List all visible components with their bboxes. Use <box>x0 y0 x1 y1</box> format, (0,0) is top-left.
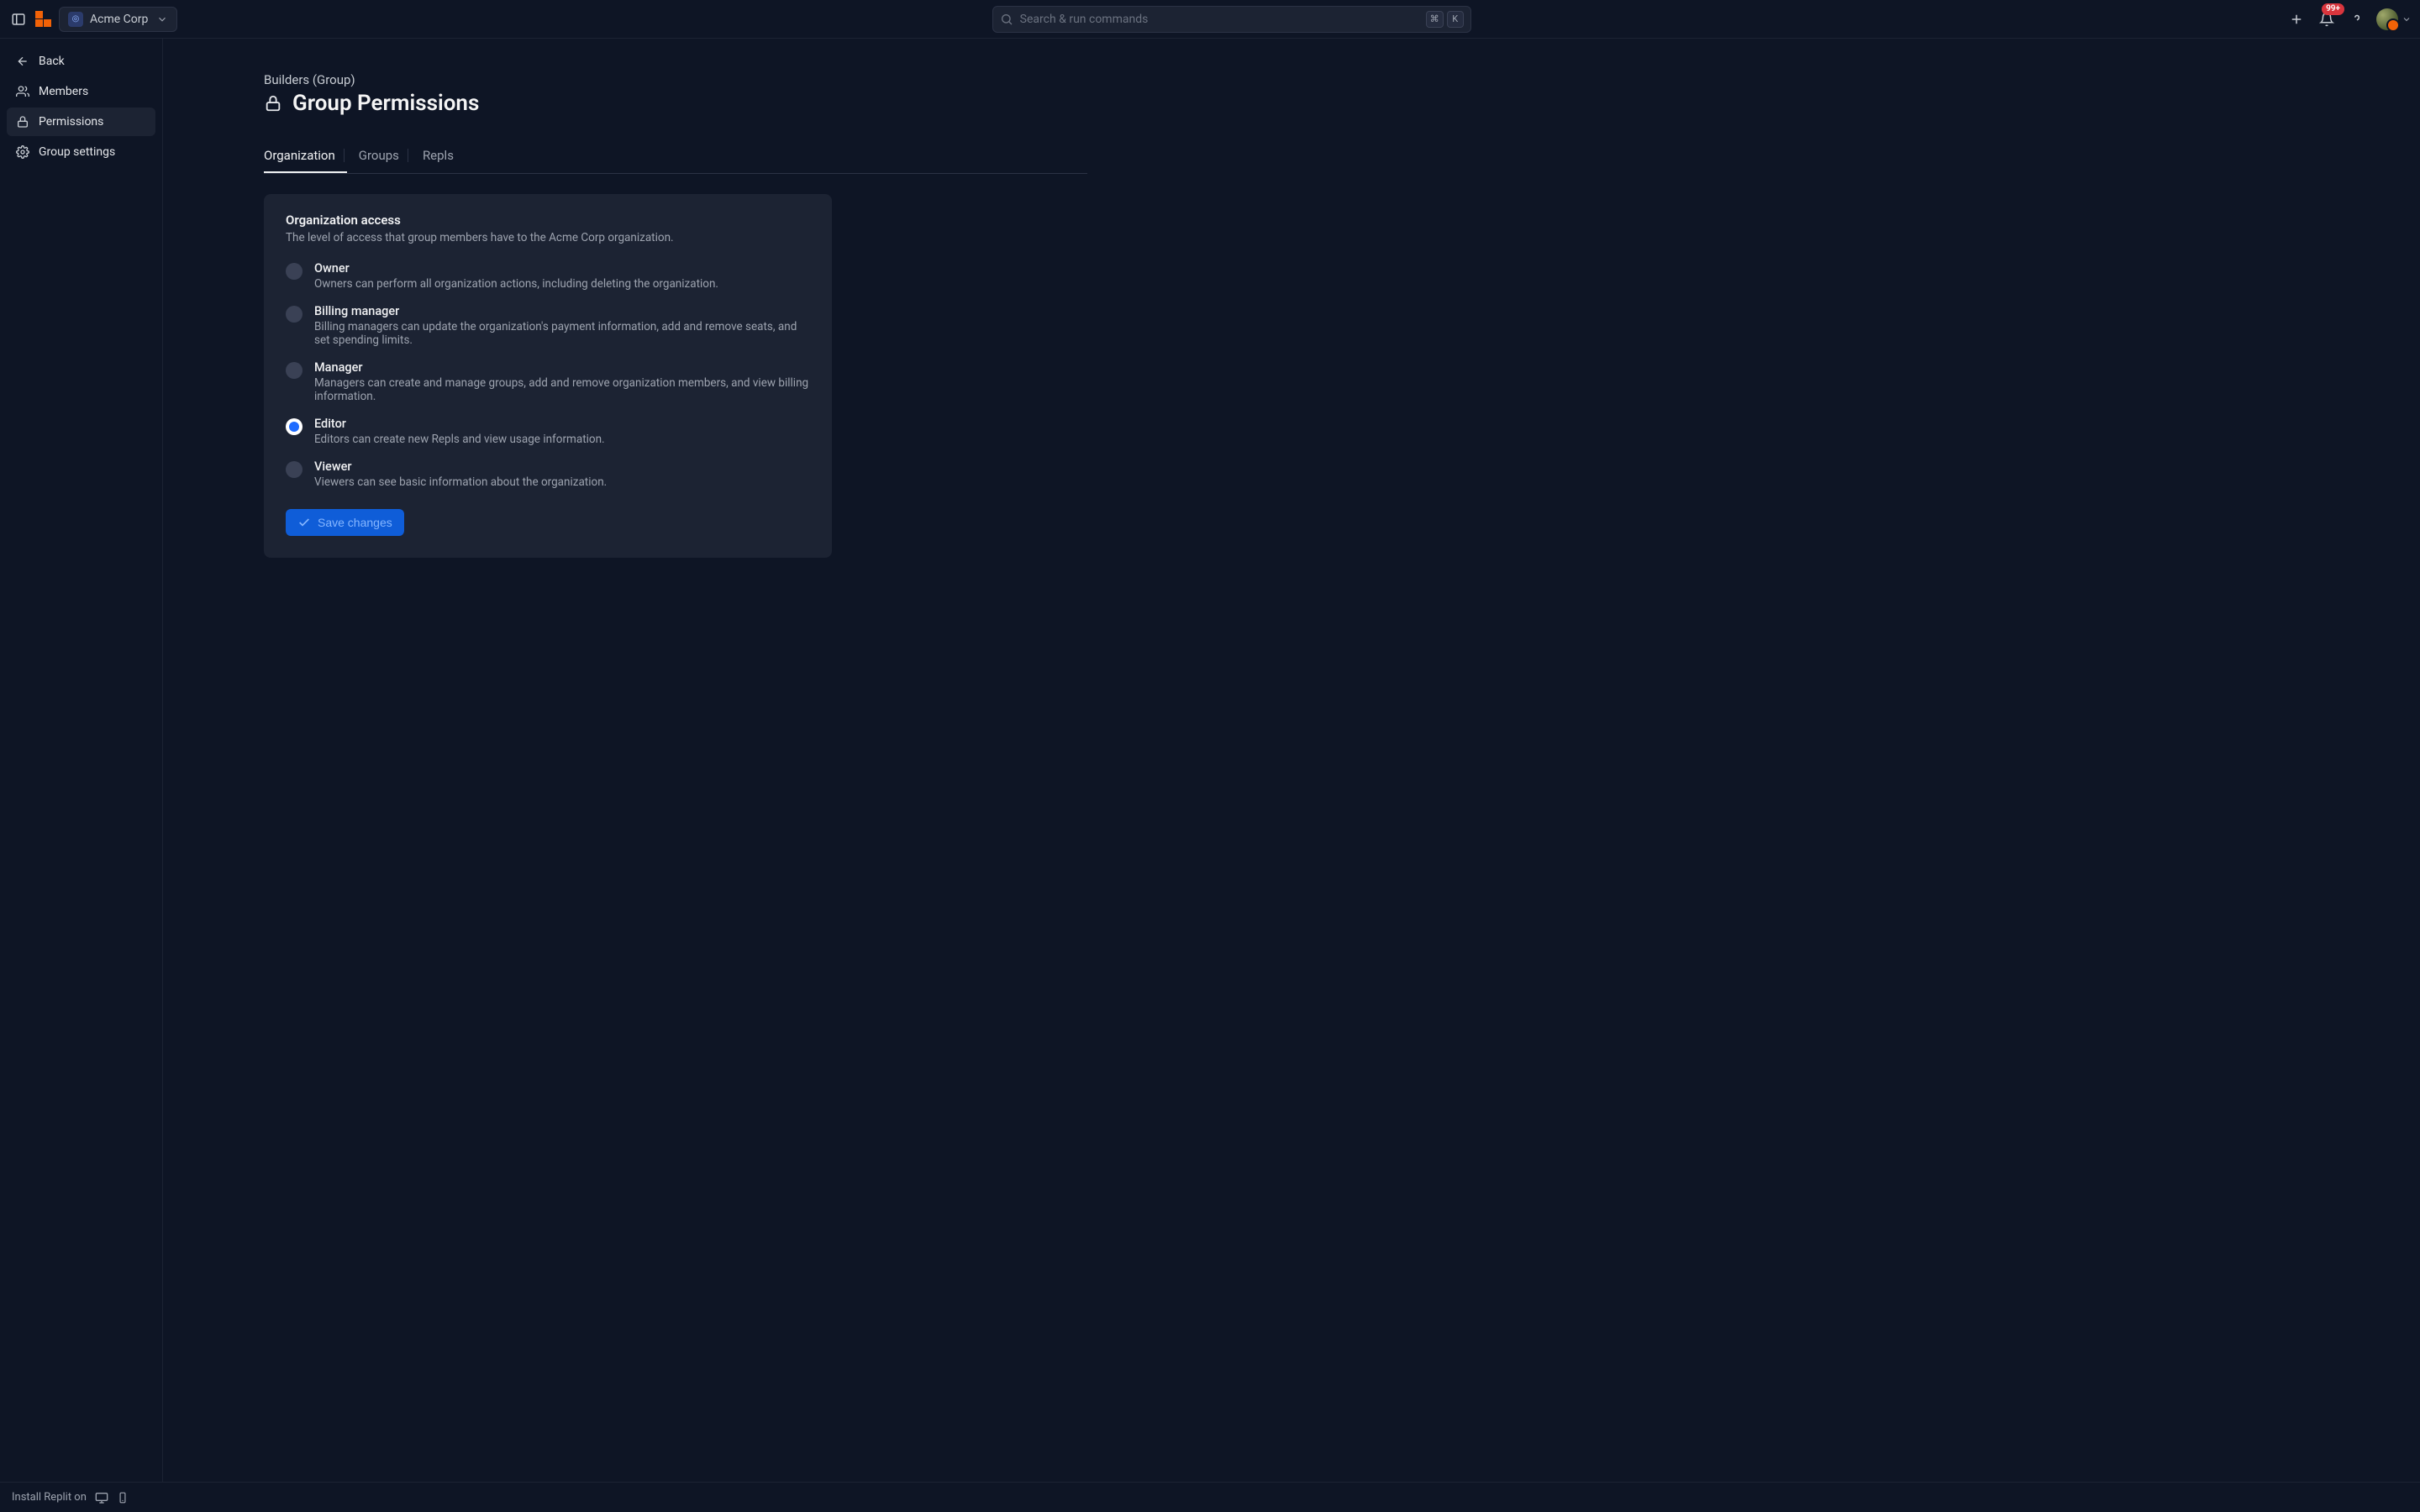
top-bar-center: Search & run commands ⌘ K <box>184 6 2279 33</box>
panel-toggle-button[interactable] <box>8 9 29 29</box>
install-label: Install Replit on <box>12 1491 87 1504</box>
lock-icon <box>16 115 29 129</box>
shortcut-hint: ⌘ K <box>1426 11 1464 28</box>
radio-icon <box>286 263 302 280</box>
footer-bar: Install Replit on <box>0 1482 2420 1512</box>
search-icon <box>1000 13 1013 26</box>
notifications-button[interactable]: 99+ <box>2316 8 2338 30</box>
search-placeholder: Search & run commands <box>1020 13 1419 26</box>
panel-description: The level of access that group members h… <box>286 231 810 244</box>
install-desktop-button[interactable] <box>95 1491 108 1504</box>
radio-icon <box>286 461 302 478</box>
tab-repls[interactable]: Repls <box>414 141 466 173</box>
page-title: Group Permissions <box>264 91 1087 116</box>
tabs: Organization Groups Repls <box>264 141 1087 174</box>
sidebar-item-label: Permissions <box>39 115 103 129</box>
org-switcher[interactable]: ◎ Acme Corp <box>59 7 177 32</box>
sidebar-item-label: Back <box>39 55 65 68</box>
top-bar-right: 99+ <box>2286 8 2412 30</box>
top-bar-left: ◎ Acme Corp <box>8 7 177 32</box>
access-level-list: Owner Owners can perform all organizatio… <box>286 261 810 489</box>
app-body: Back Members Permissions Group settings … <box>0 39 2420 1482</box>
sidebar-item-members[interactable]: Members <box>7 77 155 106</box>
tab-groups[interactable]: Groups <box>350 141 411 173</box>
sidebar: Back Members Permissions Group settings <box>0 39 163 1482</box>
install-mobile-button[interactable] <box>117 1492 129 1504</box>
kbd-k: K <box>1447 11 1464 28</box>
save-changes-button[interactable]: Save changes <box>286 509 404 536</box>
option-title: Manager <box>314 360 810 375</box>
radio-icon <box>286 362 302 379</box>
check-icon <box>297 516 311 529</box>
breadcrumb: Builders (Group) <box>264 72 1087 87</box>
sidebar-item-permissions[interactable]: Permissions <box>7 108 155 136</box>
option-title: Owner <box>314 261 718 276</box>
help-icon <box>2349 12 2365 27</box>
access-option-billing-manager[interactable]: Billing manager Billing managers can upd… <box>286 304 810 347</box>
option-desc: Owners can perform all organization acti… <box>314 277 718 291</box>
create-button[interactable] <box>2286 8 2307 30</box>
account-menu[interactable] <box>2376 8 2412 30</box>
lock-icon <box>264 94 282 113</box>
sidebar-item-label: Members <box>39 85 88 98</box>
users-icon <box>16 85 29 98</box>
replit-logo-icon[interactable] <box>35 11 52 28</box>
chevron-down-icon <box>156 13 168 25</box>
save-button-label: Save changes <box>318 516 392 529</box>
desktop-icon <box>95 1491 108 1504</box>
option-title: Editor <box>314 417 605 431</box>
sidebar-item-group-settings[interactable]: Group settings <box>7 138 155 166</box>
org-access-panel: Organization access The level of access … <box>264 194 832 558</box>
sidebar-panel-icon <box>11 12 26 27</box>
help-button[interactable] <box>2346 8 2368 30</box>
org-avatar-icon: ◎ <box>68 12 83 27</box>
radio-icon <box>286 418 302 435</box>
tab-label: Repls <box>423 148 454 163</box>
option-title: Billing manager <box>314 304 810 318</box>
access-option-editor[interactable]: Editor Editors can create new Repls and … <box>286 417 810 446</box>
notification-badge: 99+ <box>2322 3 2344 15</box>
tab-label: Organization <box>264 148 335 163</box>
plus-icon <box>2289 12 2304 27</box>
option-desc: Billing managers can update the organiza… <box>314 320 810 347</box>
access-option-owner[interactable]: Owner Owners can perform all organizatio… <box>286 261 810 291</box>
command-search[interactable]: Search & run commands ⌘ K <box>992 6 1471 33</box>
access-option-manager[interactable]: Manager Managers can create and manage g… <box>286 360 810 403</box>
panel-heading: Organization access <box>286 213 810 228</box>
org-name: Acme Corp <box>90 13 148 26</box>
sidebar-item-label: Group settings <box>39 145 115 159</box>
option-desc: Viewers can see basic information about … <box>314 475 607 489</box>
chevron-down-icon <box>2402 14 2412 24</box>
radio-icon <box>286 306 302 323</box>
access-option-viewer[interactable]: Viewer Viewers can see basic information… <box>286 459 810 489</box>
option-title: Viewer <box>314 459 607 474</box>
arrow-left-icon <box>16 55 29 68</box>
main-content: Builders (Group) Group Permissions Organ… <box>163 39 2420 1482</box>
kbd-cmd: ⌘ <box>1426 11 1444 28</box>
tab-label: Groups <box>359 148 399 163</box>
option-desc: Editors can create new Repls and view us… <box>314 433 605 446</box>
gear-icon <box>16 145 29 159</box>
tab-organization[interactable]: Organization <box>264 141 347 173</box>
user-avatar-icon <box>2376 8 2398 30</box>
sidebar-item-back[interactable]: Back <box>7 47 155 76</box>
mobile-icon <box>117 1492 129 1504</box>
page-title-text: Group Permissions <box>292 91 479 116</box>
top-bar: ◎ Acme Corp Search & run commands ⌘ K 99… <box>0 0 2420 39</box>
option-desc: Managers can create and manage groups, a… <box>314 376 810 403</box>
